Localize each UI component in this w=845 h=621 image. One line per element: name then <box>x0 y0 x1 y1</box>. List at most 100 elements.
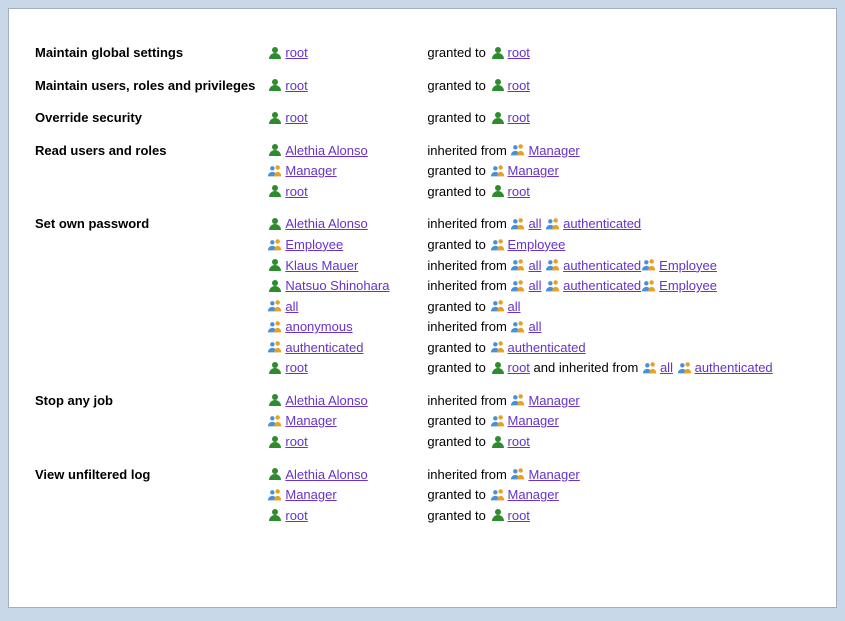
subject-cell: Alethia Alonso <box>261 137 421 162</box>
main-container: Maintain global settings rootgranted to … <box>8 8 837 608</box>
permission-name: Maintain global settings <box>29 43 261 64</box>
link[interactable]: all <box>528 319 541 334</box>
subject-cell: root <box>261 104 421 129</box>
subject-cell: Employee <box>261 235 421 256</box>
link[interactable]: Manager <box>528 393 579 408</box>
link[interactable]: root <box>508 360 530 375</box>
link[interactable]: root <box>285 110 307 125</box>
detail-text: granted to <box>427 110 489 125</box>
link[interactable]: Manager <box>528 143 579 158</box>
link[interactable]: authenticated <box>285 340 363 355</box>
detail-cell: granted to root <box>421 506 816 527</box>
link[interactable]: all <box>660 360 673 375</box>
link[interactable]: root <box>508 110 530 125</box>
detail-text: granted to <box>427 360 489 375</box>
link[interactable]: authenticated <box>695 360 773 375</box>
link[interactable]: all <box>508 299 521 314</box>
subject-cell: root <box>261 358 421 379</box>
link[interactable]: anonymous <box>285 319 352 334</box>
permission-name: Read users and roles <box>29 137 261 162</box>
subject-cell: root <box>261 432 421 453</box>
link[interactable]: Manager <box>285 413 336 428</box>
detail-cell: inherited from Manager <box>421 387 816 412</box>
detail-text: granted to <box>427 45 489 60</box>
detail-cell: inherited from Manager <box>421 461 816 486</box>
detail-text: granted to <box>427 237 489 252</box>
link[interactable]: root <box>285 360 307 375</box>
detail-text: granted to <box>427 78 489 93</box>
link[interactable]: all <box>285 299 298 314</box>
detail-text: granted to <box>427 508 489 523</box>
subject-cell: Alethia Alonso <box>261 387 421 412</box>
detail-text: inherited from <box>427 319 510 334</box>
subject-cell: root <box>261 72 421 97</box>
detail-text: inherited from <box>427 143 510 158</box>
link[interactable]: Alethia Alonso <box>285 467 367 482</box>
link[interactable]: Employee <box>285 237 343 252</box>
link[interactable]: all <box>528 216 541 231</box>
subject-cell: Klaus Mauer <box>261 256 421 277</box>
and-text: and inherited from <box>534 360 642 375</box>
subject-cell: authenticated <box>261 338 421 359</box>
detail-text: inherited from <box>427 278 510 293</box>
detail-text: granted to <box>427 487 489 502</box>
link[interactable]: Employee <box>659 278 717 293</box>
link[interactable]: authenticated <box>563 258 641 273</box>
link[interactable]: authenticated <box>508 340 586 355</box>
detail-cell: granted to root <box>421 432 816 453</box>
permission-name: View unfiltered log <box>29 461 261 486</box>
link[interactable]: root <box>285 508 307 523</box>
link[interactable]: root <box>508 45 530 60</box>
subject-cell: root <box>261 182 421 203</box>
report-table: Maintain global settings rootgranted to … <box>29 43 816 526</box>
link[interactable]: root <box>508 508 530 523</box>
detail-text: granted to <box>427 413 489 428</box>
link[interactable]: authenticated <box>563 278 641 293</box>
link[interactable]: all <box>528 258 541 273</box>
subject-cell: Natsuo Shinohara <box>261 276 421 297</box>
link[interactable]: authenticated <box>563 216 641 231</box>
detail-text: inherited from <box>427 393 510 408</box>
detail-cell: granted to Manager <box>421 485 816 506</box>
link[interactable]: Manager <box>508 163 559 178</box>
subject-cell: Manager <box>261 411 421 432</box>
link[interactable]: Alethia Alonso <box>285 393 367 408</box>
link[interactable]: root <box>508 78 530 93</box>
link[interactable]: Alethia Alonso <box>285 143 367 158</box>
detail-text: granted to <box>427 434 489 449</box>
subject-cell: Manager <box>261 485 421 506</box>
detail-cell: granted to root <box>421 43 816 64</box>
subject-cell: Manager <box>261 161 421 182</box>
link[interactable]: Manager <box>508 487 559 502</box>
link[interactable]: Alethia Alonso <box>285 216 367 231</box>
detail-cell: granted to Manager <box>421 161 816 182</box>
link[interactable]: Manager <box>285 487 336 502</box>
detail-text: inherited from <box>427 467 510 482</box>
link[interactable]: Klaus Mauer <box>285 258 358 273</box>
subject-cell: root <box>261 43 421 64</box>
permission-name: Maintain users, roles and privileges <box>29 72 261 97</box>
detail-cell: granted to Manager <box>421 411 816 432</box>
detail-cell: granted to authenticated <box>421 338 816 359</box>
link[interactable]: all <box>528 278 541 293</box>
link[interactable]: Manager <box>285 163 336 178</box>
link[interactable]: root <box>285 434 307 449</box>
link[interactable]: root <box>508 434 530 449</box>
link[interactable]: Employee <box>659 258 717 273</box>
link[interactable]: Manager <box>528 467 579 482</box>
link[interactable]: Manager <box>508 413 559 428</box>
detail-cell: inherited from all authenticated Employe… <box>421 276 816 297</box>
link[interactable]: root <box>285 45 307 60</box>
link[interactable]: root <box>508 184 530 199</box>
detail-text: granted to <box>427 299 489 314</box>
link[interactable]: root <box>285 184 307 199</box>
subject-cell: Alethia Alonso <box>261 461 421 486</box>
link[interactable]: Employee <box>508 237 566 252</box>
link[interactable]: Natsuo Shinohara <box>285 278 389 293</box>
detail-cell: inherited from all authenticated Employe… <box>421 256 816 277</box>
link[interactable]: root <box>285 78 307 93</box>
detail-cell: inherited from Manager <box>421 137 816 162</box>
detail-cell: granted to all <box>421 297 816 318</box>
detail-text: granted to <box>427 163 489 178</box>
subject-cell: root <box>261 506 421 527</box>
